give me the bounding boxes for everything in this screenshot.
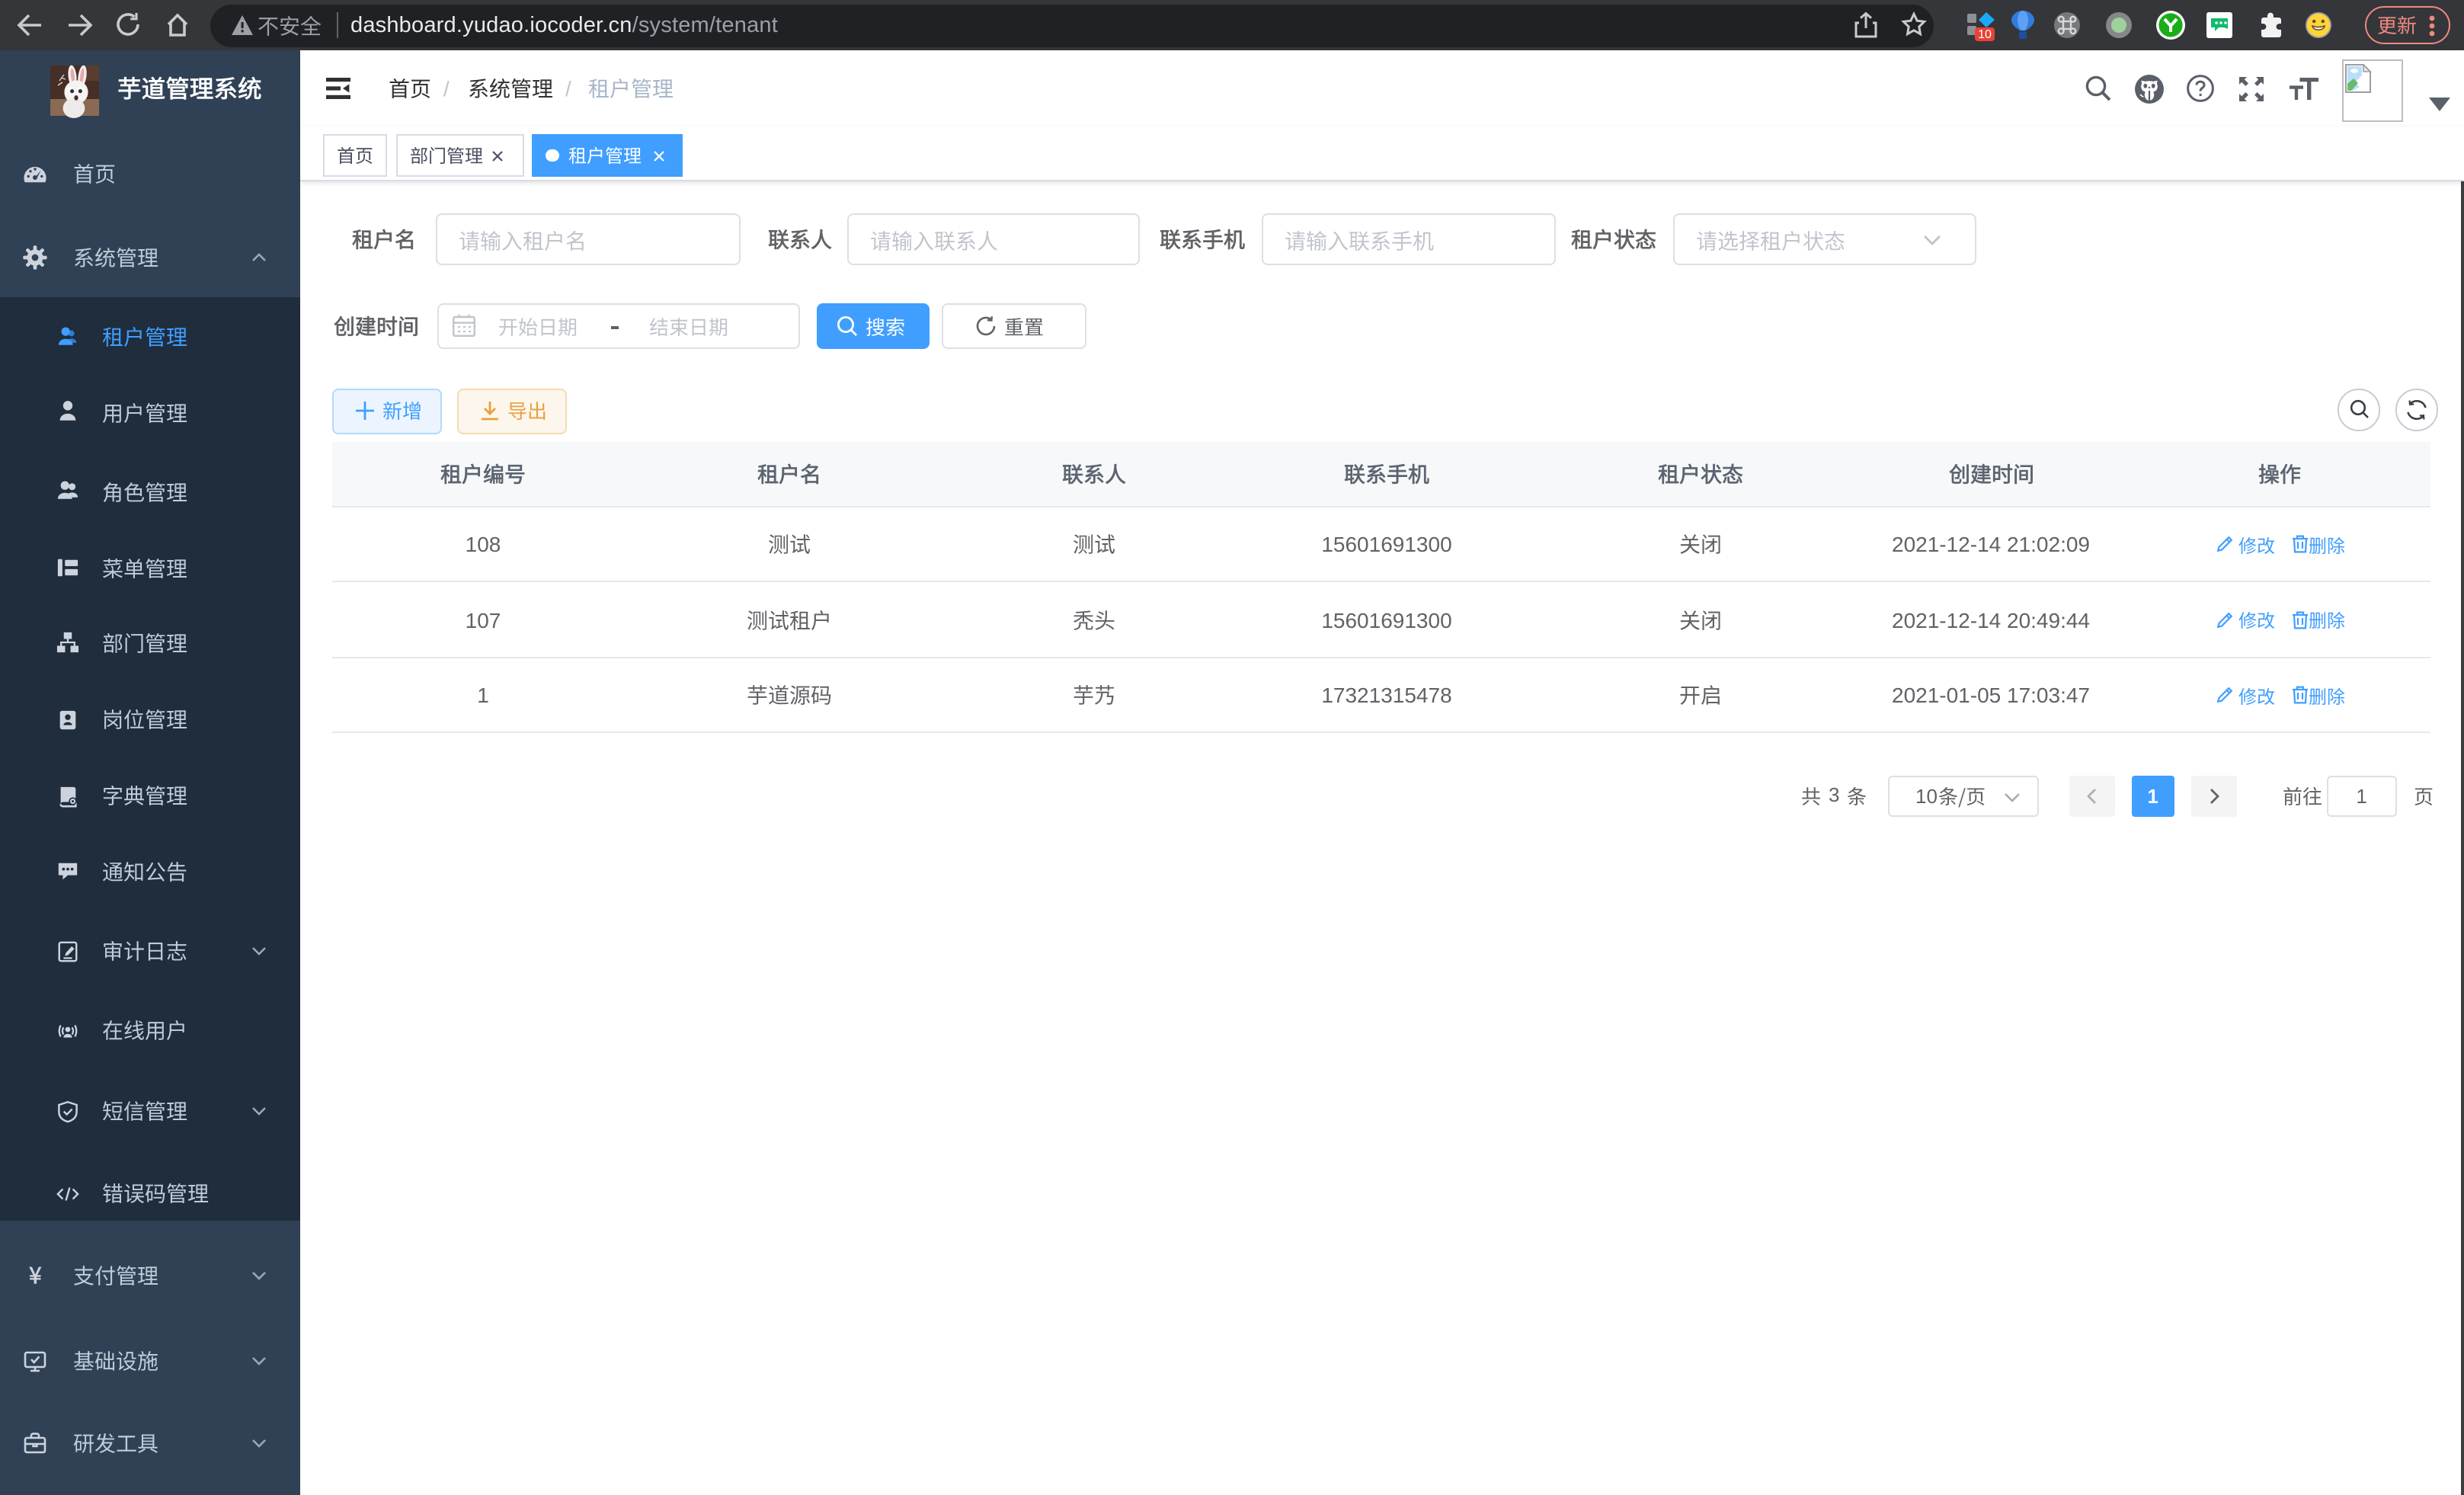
svg-text:10: 10 <box>1978 28 1992 41</box>
